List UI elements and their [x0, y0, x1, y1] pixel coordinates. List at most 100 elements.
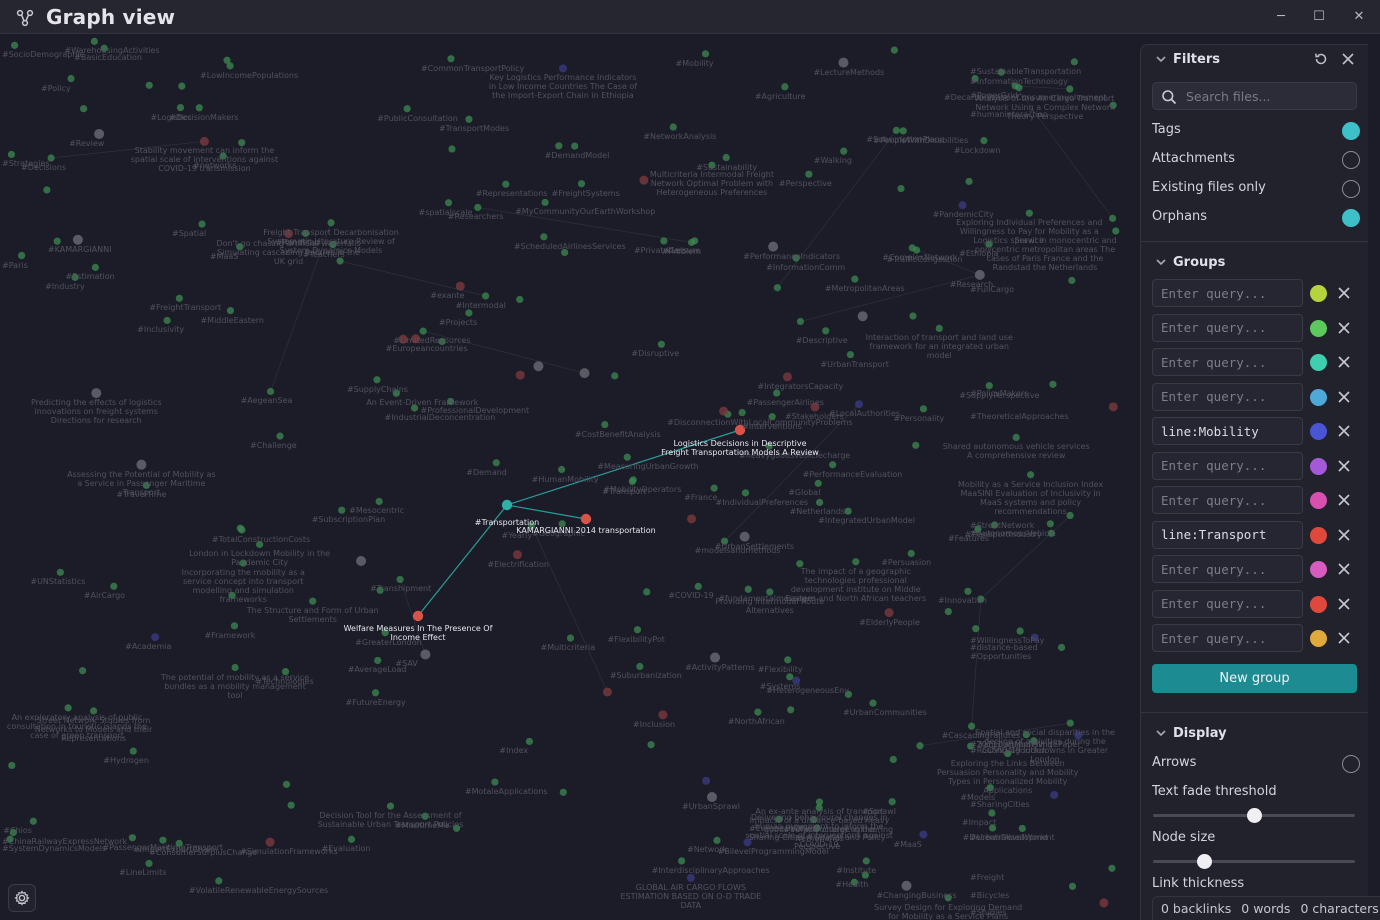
- graph-node[interactable]: [90, 37, 99, 45]
- graph-node[interactable]: [744, 585, 752, 593]
- group-query-input[interactable]: [1152, 382, 1303, 411]
- graph-node[interactable]: [687, 514, 697, 524]
- graph-node[interactable]: [677, 857, 686, 865]
- graph-node[interactable]: [491, 778, 499, 786]
- graph-node[interactable]: [444, 199, 453, 207]
- graph-node[interactable]: [738, 408, 746, 417]
- graph-node[interactable]: [660, 237, 668, 245]
- graph-node[interactable]: [985, 382, 993, 390]
- graph-node[interactable]: [899, 127, 907, 135]
- graph-node[interactable]: [1108, 402, 1118, 412]
- graph-node[interactable]: [657, 340, 666, 348]
- graph-node[interactable]: [846, 351, 855, 359]
- graph-node[interactable]: [533, 361, 544, 372]
- graph-node[interactable]: [18, 251, 26, 260]
- graph-node[interactable]: [980, 137, 988, 145]
- graph-node[interactable]: [175, 294, 183, 302]
- graph-node[interactable]: [110, 582, 118, 590]
- graph-node[interactable]: [909, 312, 917, 320]
- graph-node[interactable]: [889, 755, 897, 764]
- graph-node[interactable]: [829, 461, 837, 469]
- graph-node[interactable]: [907, 549, 915, 558]
- group-color-swatch[interactable]: [1310, 595, 1327, 613]
- graph-node[interactable]: [347, 835, 356, 843]
- graph-node[interactable]: [944, 607, 952, 616]
- graph-node[interactable]: [178, 82, 186, 90]
- graph-node[interactable]: [579, 368, 590, 379]
- group-query-input[interactable]: [1152, 313, 1303, 342]
- reset-icon[interactable]: [1313, 51, 1329, 67]
- graph-node[interactable]: [768, 241, 779, 252]
- group-color-swatch[interactable]: [1310, 561, 1327, 578]
- graph-node[interactable]: [128, 834, 137, 842]
- group-query-input[interactable]: [1152, 555, 1303, 583]
- filter-orphans-toggle[interactable]: [1342, 209, 1360, 227]
- graph-node[interactable]: [919, 405, 928, 413]
- graph-node[interactable]: [482, 292, 490, 300]
- group-color-swatch[interactable]: [1310, 423, 1327, 440]
- graph-node[interactable]: [965, 177, 973, 186]
- graph-node[interactable]: [840, 147, 848, 155]
- search-files-input[interactable]: [1186, 86, 1351, 106]
- graph-node[interactable]: [195, 104, 203, 112]
- graph-node[interactable]: [912, 441, 920, 449]
- graph-node[interactable]: [371, 689, 380, 697]
- graph-node[interactable]: [1099, 898, 1109, 908]
- graph-node[interactable]: [386, 802, 395, 810]
- minimize-button[interactable]: ─: [1272, 8, 1290, 26]
- graph-node[interactable]: [636, 662, 644, 671]
- graph-node[interactable]: [722, 153, 730, 162]
- graph-node[interactable]: [53, 237, 61, 245]
- graph-node[interactable]: [571, 142, 579, 150]
- graph-node[interactable]: [838, 57, 849, 68]
- graph-node[interactable]: [710, 652, 721, 663]
- graph-node[interactable]: [541, 198, 549, 207]
- group-color-swatch[interactable]: [1310, 388, 1327, 406]
- group-color-swatch[interactable]: [1310, 630, 1327, 647]
- graph-node[interactable]: [238, 139, 246, 147]
- graph-node[interactable]: [515, 370, 525, 380]
- remove-group-icon[interactable]: [1336, 389, 1352, 405]
- graph-node[interactable]: [958, 201, 967, 210]
- graph-settings-button[interactable]: [8, 884, 36, 912]
- graph-node[interactable]: [474, 203, 482, 212]
- new-group-button[interactable]: New group: [1152, 664, 1357, 693]
- graph-node[interactable]: [1066, 85, 1074, 93]
- slider-handle[interactable]: [1196, 854, 1212, 869]
- graph-node[interactable]: [559, 788, 567, 796]
- graph-node[interactable]: [396, 575, 404, 584]
- graph-node[interactable]: [512, 550, 522, 560]
- graph-node[interactable]: [784, 656, 792, 664]
- graph-node[interactable]: [694, 582, 702, 590]
- groups-section-header[interactable]: Groups: [1155, 252, 1225, 272]
- group-query-input[interactable]: [1152, 589, 1303, 618]
- graph-node[interactable]: [686, 873, 695, 882]
- graph-node[interactable]: [862, 857, 870, 865]
- graph-node[interactable]: [782, 372, 792, 382]
- graph-node[interactable]: [163, 316, 171, 325]
- group-color-swatch[interactable]: [1310, 526, 1327, 544]
- graph-node[interactable]: [972, 625, 980, 633]
- filter-existing-files-toggle[interactable]: [1342, 180, 1360, 198]
- remove-group-icon[interactable]: [1336, 630, 1352, 646]
- graph-node[interactable]: [629, 476, 637, 484]
- graph-node[interactable]: [857, 311, 868, 322]
- graph-node[interactable]: [719, 406, 729, 416]
- remove-group-icon[interactable]: [1336, 285, 1352, 301]
- text-fade-slider[interactable]: [1153, 807, 1355, 823]
- graph-node[interactable]: [1049, 380, 1057, 388]
- graph-node[interactable]: [741, 489, 750, 497]
- graph-node[interactable]: [814, 479, 822, 487]
- graph-node[interactable]: [805, 170, 813, 178]
- graph-node[interactable]: [356, 556, 367, 567]
- graph-node[interactable]: [702, 776, 711, 785]
- graph-node[interactable]: [796, 317, 805, 326]
- graph-node[interactable]: [816, 498, 824, 506]
- group-color-swatch[interactable]: [1310, 319, 1327, 337]
- filter-attachments-toggle[interactable]: [1342, 151, 1360, 169]
- graph-node[interactable]: [129, 747, 137, 755]
- graph-node[interactable]: [713, 836, 721, 844]
- graph-node[interactable]: [916, 742, 924, 750]
- graph-node[interactable]: [226, 306, 235, 315]
- graph-node[interactable]: [419, 327, 427, 335]
